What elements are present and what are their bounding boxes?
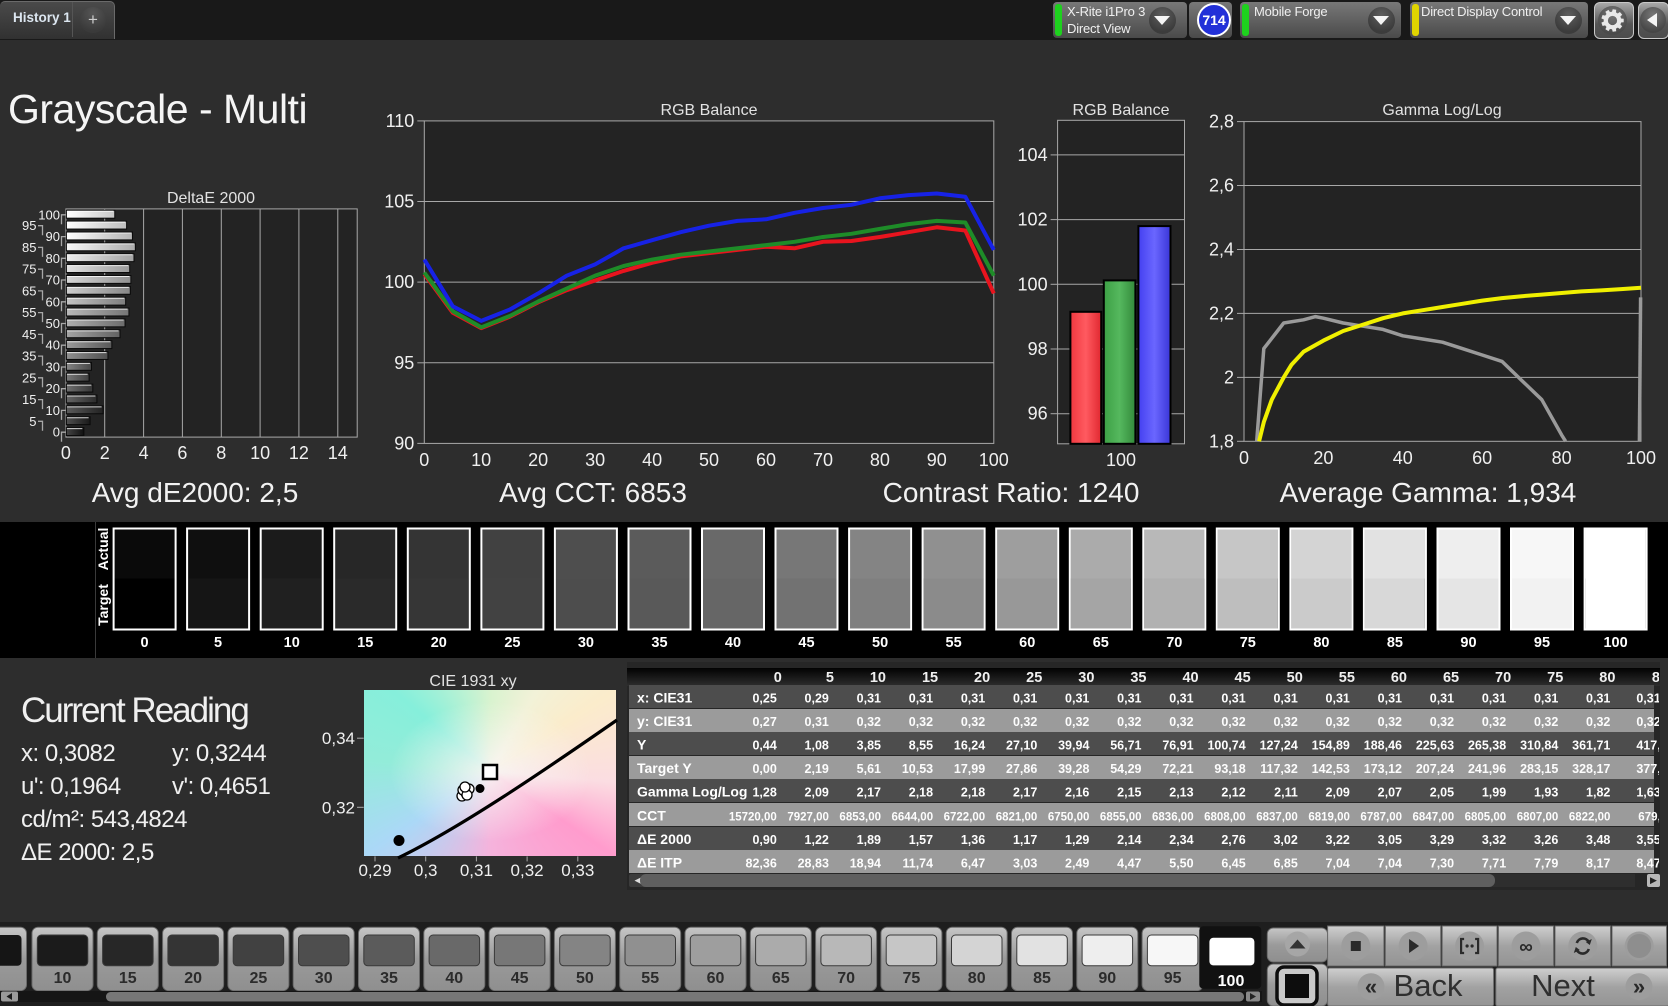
svg-text:«: « <box>1365 974 1377 999</box>
svg-text:100: 100 <box>1218 973 1245 990</box>
svg-text:Next: Next <box>1531 968 1595 1003</box>
svg-text:30: 30 <box>315 970 333 987</box>
svg-text:35: 35 <box>380 970 398 987</box>
svg-text:55: 55 <box>641 970 659 987</box>
svg-text:45: 45 <box>511 970 529 987</box>
svg-text:Back: Back <box>1394 968 1463 1003</box>
svg-text:25: 25 <box>250 970 268 987</box>
svg-text:∞: ∞ <box>1519 937 1533 958</box>
svg-text:20: 20 <box>184 970 202 987</box>
svg-text:»: » <box>1633 974 1645 999</box>
svg-text:90: 90 <box>1098 970 1116 987</box>
svg-text:75: 75 <box>903 970 921 987</box>
svg-text:60: 60 <box>707 970 725 987</box>
svg-text:95: 95 <box>1164 970 1182 987</box>
svg-text:40: 40 <box>445 970 463 987</box>
svg-text:80: 80 <box>968 970 986 987</box>
svg-text:10: 10 <box>54 970 72 987</box>
svg-text:70: 70 <box>837 970 855 987</box>
svg-text:50: 50 <box>576 970 594 987</box>
svg-text:85: 85 <box>1033 970 1051 987</box>
svg-text:65: 65 <box>772 970 790 987</box>
svg-text:15: 15 <box>119 970 137 987</box>
